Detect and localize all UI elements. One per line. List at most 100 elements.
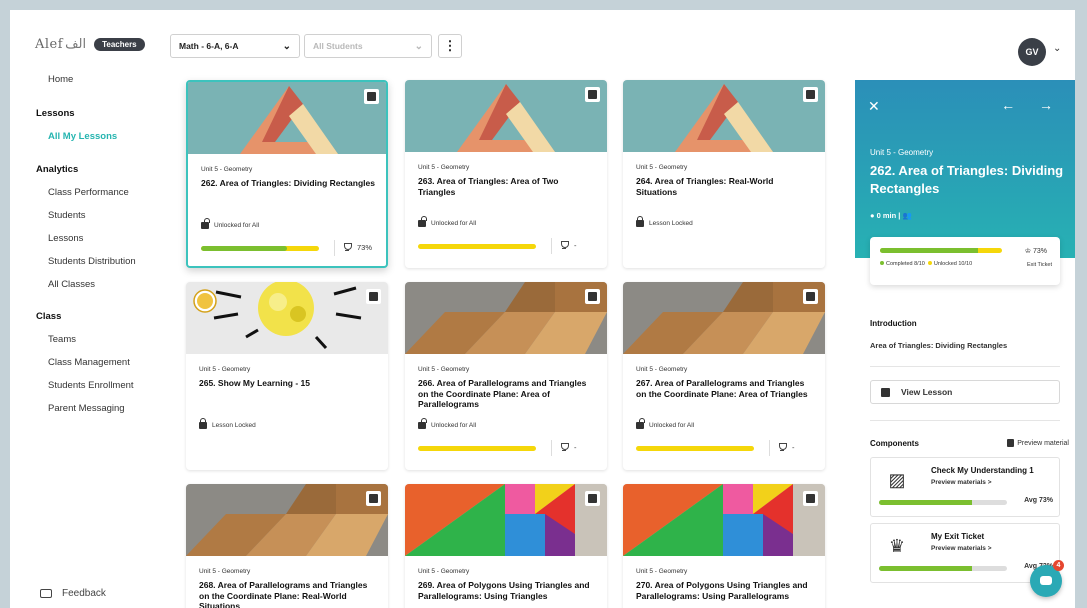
sidebar-item-all-classes[interactable]: All Classes xyxy=(48,279,95,290)
chevron-down-icon[interactable]: ⌄ xyxy=(1053,43,1061,54)
card-title: 264. Area of Triangles: Real-World Situa… xyxy=(636,176,774,197)
sidebar-item-class-management[interactable]: Class Management xyxy=(48,357,130,368)
triangle-image xyxy=(623,80,825,152)
students-select-value: All Students xyxy=(313,41,363,51)
preview-material-label: Preview material xyxy=(1017,439,1069,447)
card-status-label: Unlocked for All xyxy=(214,222,260,229)
lesson-thumbnail xyxy=(623,282,825,354)
triangle-image xyxy=(405,80,607,152)
avatar[interactable]: GV xyxy=(1018,38,1046,66)
preview-material-link[interactable]: Preview material xyxy=(1007,439,1069,447)
progress-bar xyxy=(636,446,754,451)
card-unit: Unit 5 - Geometry xyxy=(418,568,470,575)
sidebar-item-students-distribution[interactable]: Students Distribution xyxy=(48,256,136,267)
expand-icon[interactable] xyxy=(585,491,600,506)
notification-badge: 4 xyxy=(1053,560,1064,571)
lock-icon xyxy=(636,216,644,227)
close-icon[interactable]: ✕ xyxy=(868,98,880,115)
card-status-label: Unlocked for All xyxy=(431,422,477,429)
component-progress-fill xyxy=(879,566,973,571)
panel-unit: Unit 5 - Geometry xyxy=(870,148,934,157)
lesson-card[interactable]: Unit 5 - Geometry 264. Area of Triangles… xyxy=(623,80,825,268)
students-select[interactable]: All Students ⌄ xyxy=(304,34,432,58)
lesson-card[interactable]: Unit 5 - Geometry 263. Area of Triangles… xyxy=(405,80,607,268)
card-unit: Unit 5 - Geometry xyxy=(199,366,251,373)
class-select[interactable]: Math - 6-A, 6-A ⌄ xyxy=(170,34,300,58)
completion-fill xyxy=(880,248,978,253)
card-title: 265. Show My Learning - 15 xyxy=(199,378,311,388)
expand-icon[interactable] xyxy=(366,289,381,304)
lock-icon xyxy=(199,418,207,429)
card-title: 267. Area of Parallelograms and Triangle… xyxy=(636,378,808,399)
view-lesson-button[interactable]: View Lesson xyxy=(870,380,1060,404)
sidebar-item-all-my-lessons[interactable]: All My Lessons xyxy=(48,131,117,142)
lesson-card[interactable]: Unit 5 - Geometry 268. Area of Parallelo… xyxy=(186,484,388,608)
chevron-down-icon: ⌄ xyxy=(414,41,423,52)
expand-icon[interactable] xyxy=(585,87,600,102)
progress-pct: - xyxy=(574,443,577,452)
lesson-card[interactable]: Unit 5 - Geometry 265. Show My Learning … xyxy=(186,282,388,470)
trophy-icon: ♔ xyxy=(1024,248,1032,255)
sidebar-item-parent-messaging[interactable]: Parent Messaging xyxy=(48,403,125,414)
expand-icon[interactable] xyxy=(803,491,818,506)
card-unit: Unit 5 - Geometry xyxy=(418,164,470,171)
sidebar-header-class: Class xyxy=(36,311,62,322)
color-tangram-image xyxy=(405,484,607,556)
triangle-image xyxy=(188,82,386,154)
progress-score: - xyxy=(778,443,795,452)
sidebar-item-teams[interactable]: Teams xyxy=(48,334,76,345)
sidebar-item-students[interactable]: Students xyxy=(48,210,86,221)
expand-icon[interactable] xyxy=(585,289,600,304)
external-link-icon xyxy=(881,388,890,397)
lightbulb-image xyxy=(186,282,388,354)
lesson-card[interactable]: Unit 5 - Geometry 262. Area of Triangles… xyxy=(186,80,388,268)
card-status: Lesson Locked xyxy=(636,216,693,227)
card-unit: Unit 5 - Geometry xyxy=(418,366,470,373)
sidebar-item-home[interactable]: Home xyxy=(48,74,73,85)
clock-icon: ● xyxy=(870,211,877,220)
yellow-dot xyxy=(927,261,932,265)
divider xyxy=(870,420,1060,421)
component-preview-link[interactable]: Preview materials > xyxy=(931,479,992,486)
progress-score: - xyxy=(560,443,577,452)
sidebar-item-students-enrollment[interactable]: Students Enrollment xyxy=(48,380,134,391)
component-preview-link[interactable]: Preview materials > xyxy=(931,545,992,552)
unlocked-label: Unlocked 10/10 xyxy=(933,261,973,267)
feedback-button[interactable]: Feedback xyxy=(40,588,106,599)
app-frame: Alef الف Teachers Home Lessons All My Le… xyxy=(10,10,1075,608)
card-unit: Unit 5 - Geometry xyxy=(636,366,688,373)
component-card[interactable]: ▨ Check My Understanding 1 Preview mater… xyxy=(870,457,1060,517)
more-options-button[interactable]: ⋮ xyxy=(438,34,462,58)
card-status: Unlocked for All xyxy=(418,216,477,227)
expand-icon[interactable] xyxy=(803,289,818,304)
progress-bar xyxy=(418,244,536,249)
progress-pct: 73% xyxy=(357,243,373,252)
expand-icon[interactable] xyxy=(364,89,379,104)
exit-ticket-pct: ♔ 73% xyxy=(1025,247,1047,255)
lesson-card[interactable]: Unit 5 - Geometry 269. Area of Polygons … xyxy=(405,484,607,608)
lesson-detail-panel: ✕ ← → Unit 5 - Geometry 262. Area of Tri… xyxy=(855,80,1075,608)
lesson-thumbnail xyxy=(623,80,825,152)
card-status: Unlocked for All xyxy=(418,418,477,429)
sidebar-header-lessons: Lessons xyxy=(36,108,75,119)
sidebar-item-class-performance[interactable]: Class Performance xyxy=(48,187,129,198)
lesson-card[interactable]: Unit 5 - Geometry 270. Area of Polygons … xyxy=(623,484,825,608)
completion-bar xyxy=(880,248,1002,253)
card-status-label: Unlocked for All xyxy=(649,422,695,429)
card-status: Unlocked for All xyxy=(201,218,260,229)
progress-score: - xyxy=(560,241,577,250)
expand-icon[interactable] xyxy=(803,87,818,102)
lesson-card[interactable]: Unit 5 - Geometry 267. Area of Parallelo… xyxy=(623,282,825,470)
logo[interactable]: Alef الف Teachers xyxy=(35,34,145,54)
sidebar-item-lessons[interactable]: Lessons xyxy=(48,233,83,244)
card-title: 270. Area of Polygons Using Triangles an… xyxy=(636,580,808,601)
panel-meta: ● 0 min | 👥 xyxy=(870,211,912,220)
expand-icon[interactable] xyxy=(366,491,381,506)
divider xyxy=(334,240,335,256)
tangram-image xyxy=(186,484,388,556)
lesson-card[interactable]: Unit 5 - Geometry 266. Area of Parallelo… xyxy=(405,282,607,470)
prev-next-arrows[interactable]: ← → xyxy=(1001,97,1063,113)
unlock-icon xyxy=(418,418,427,429)
progress-bar xyxy=(201,246,319,251)
card-status-label: Unlocked for All xyxy=(431,220,477,227)
